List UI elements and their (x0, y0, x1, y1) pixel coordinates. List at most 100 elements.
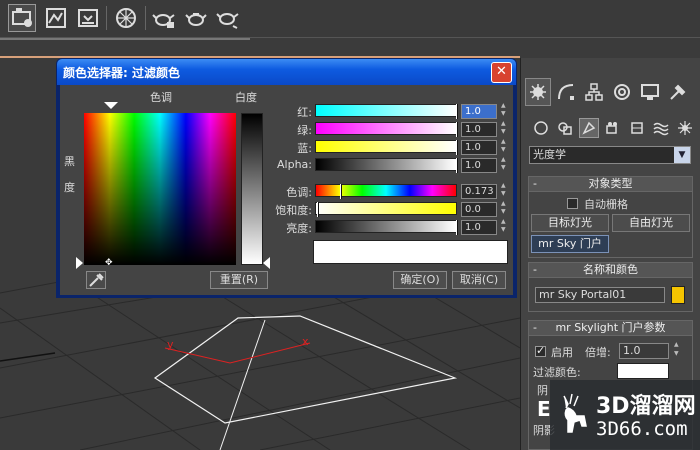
red-spinner[interactable] (500, 102, 509, 119)
hue-spinner[interactable] (500, 182, 509, 199)
filter-color-swatch[interactable] (617, 363, 669, 379)
color-picker-cursor-icon[interactable]: ✥ (105, 258, 113, 268)
saturation-slider-handle[interactable] (317, 202, 319, 217)
object-type-rollout-header[interactable]: - 对象类型 (529, 177, 692, 192)
object-name-field[interactable]: mr Sky Portal01 (535, 287, 665, 303)
light-type-dropdown[interactable]: 光度学 ▼ (529, 146, 691, 164)
green-value-field[interactable]: 1.0 (461, 122, 497, 137)
space-warps-category-icon[interactable] (651, 118, 671, 138)
portal-gizmo (164, 342, 311, 364)
green-spinner[interactable] (500, 120, 509, 137)
display-tab-icon[interactable] (637, 78, 663, 106)
hue-value-field[interactable]: 0.173 (461, 184, 497, 199)
systems-category-icon[interactable] (675, 118, 695, 138)
dialog-body: 色调 白度 黑 度 ✥ 红: 1.0 绿: 1.0 蓝: 1.0 Alpha: 1.0 色调: 0… (60, 85, 513, 295)
hue-slider-handle[interactable] (340, 184, 342, 199)
saturation-slider[interactable] (315, 202, 457, 217)
multiplier-spinner[interactable] (673, 341, 683, 359)
filter-color-label: 过滤颜色: (533, 366, 581, 379)
blue-spinner[interactable] (500, 138, 509, 155)
whiteness-bar[interactable] (241, 113, 263, 265)
name-and-color-rollout-header[interactable]: - 名称和颜色 (529, 263, 692, 278)
enable-checkbox[interactable] (535, 344, 546, 357)
target-light-button[interactable]: 目标灯光 (531, 214, 609, 232)
reset-button[interactable]: 重置(R) (210, 271, 268, 289)
hue-label: 色调 (150, 91, 172, 104)
blue-value-field[interactable]: 1.0 (461, 140, 497, 155)
saturation-spinner[interactable] (500, 200, 509, 217)
geometry-category-icon[interactable] (531, 118, 551, 138)
multiplier-field[interactable]: 1.0 (619, 343, 669, 359)
helpers-category-icon[interactable] (627, 118, 647, 138)
green-slider-handle[interactable] (456, 122, 458, 137)
material-editor-icon[interactable] (112, 4, 140, 32)
name-and-color-rollout: - 名称和颜色 mr Sky Portal01 (528, 262, 693, 312)
close-icon[interactable]: ✕ (491, 62, 512, 83)
alpha-value-field[interactable]: 1.0 (461, 158, 497, 173)
command-panel-tabs (525, 78, 697, 108)
name-and-color-title: 名称和颜色 (583, 263, 638, 276)
render-production-icon[interactable] (74, 4, 102, 32)
mr-sky-portal-button[interactable]: mr Sky 门户 (531, 235, 609, 253)
red-slider[interactable] (315, 104, 458, 119)
red-label: 红: (297, 106, 312, 119)
rendered-frame-window-icon[interactable] (42, 4, 70, 32)
free-light-button[interactable]: 自由灯光 (612, 214, 690, 232)
value-slider-handle[interactable] (456, 220, 458, 235)
alpha-spinner[interactable] (500, 156, 509, 173)
object-type-title: 对象类型 (588, 177, 633, 190)
alpha-label: Alpha: (277, 158, 312, 171)
alpha-slider[interactable] (315, 158, 458, 173)
hierarchy-tab-icon[interactable] (581, 78, 607, 106)
red-slider-handle[interactable] (456, 104, 458, 119)
blackness-pointer-icon[interactable] (76, 257, 84, 269)
value-slider[interactable] (315, 220, 458, 235)
value-value-field[interactable]: 1.0 (461, 220, 497, 235)
toolbar-separator (106, 6, 107, 30)
motion-tab-icon[interactable] (609, 78, 635, 106)
portal-params-rollout-header[interactable]: - mr Skylight 门户参数 (529, 321, 692, 336)
ok-button[interactable]: 确定(O) (393, 271, 447, 289)
saturation-value-field[interactable]: 0.0 (461, 202, 497, 217)
lights-category-icon[interactable] (579, 118, 599, 138)
hue-blackness-field[interactable] (84, 113, 236, 265)
blue-slider-handle[interactable] (456, 140, 458, 155)
cameras-category-icon[interactable] (603, 118, 623, 138)
color-preview-swatch (313, 240, 508, 264)
light-type-value: 光度学 (533, 148, 566, 161)
alpha-slider-handle[interactable] (456, 158, 458, 173)
whiteness-pointer-icon[interactable] (263, 257, 271, 269)
sky-portal-object[interactable] (153, 315, 458, 424)
cancel-button[interactable]: 取消(C) (452, 271, 506, 289)
auto-grid-checkbox[interactable] (567, 198, 578, 209)
saturation-label: 饱和度: (275, 204, 312, 217)
shapes-category-icon[interactable] (555, 118, 575, 138)
chevron-down-icon[interactable]: ▼ (674, 147, 690, 163)
teapot-render-icon[interactable] (150, 4, 178, 32)
toolbar-underline (0, 38, 250, 40)
main-toolbar (0, 0, 700, 38)
viewport-grid-axis (0, 352, 56, 362)
cut-off-label: 阴 (537, 384, 548, 397)
modify-tab-icon[interactable] (553, 78, 579, 106)
render-setup-icon[interactable] (8, 4, 36, 32)
create-category-bar (525, 116, 697, 140)
dialog-title-bar[interactable]: 颜色选择器: 过滤颜色 ✕ (57, 59, 516, 85)
utilities-tab-icon[interactable] (665, 78, 691, 106)
teapot-environment-icon[interactable] (182, 4, 210, 32)
toolbar-separator (145, 6, 146, 30)
value-spinner[interactable] (500, 218, 509, 235)
watermark-brand: 3D溜溜网 (596, 394, 696, 419)
axis-x-label: x (302, 335, 309, 348)
teapot-active-shade-icon[interactable] (214, 4, 242, 32)
hue-slider[interactable] (315, 184, 457, 199)
blue-slider[interactable] (315, 140, 458, 155)
watermark: 3D溜溜网 3D66.com (550, 380, 700, 450)
red-value-field[interactable]: 1.0 (461, 104, 497, 119)
hue-pointer-icon[interactable] (104, 102, 118, 110)
green-slider[interactable] (315, 122, 458, 137)
cut-off-label: E (537, 397, 551, 421)
create-tab-icon[interactable] (525, 78, 551, 106)
object-color-swatch[interactable] (671, 286, 685, 304)
eyedropper-icon[interactable] (86, 271, 106, 289)
